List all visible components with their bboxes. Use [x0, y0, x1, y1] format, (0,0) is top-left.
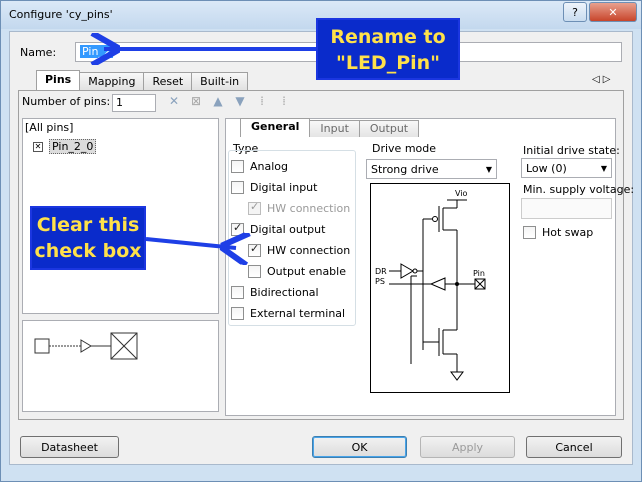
rename-annotation: Rename to "LED_Pin"	[316, 18, 460, 80]
rename-annotation-line2: "LED_Pin"	[335, 52, 441, 74]
clear-arrow	[145, 239, 236, 248]
clear-annotation: Clear this check box	[30, 206, 146, 270]
clear-annotation-line2: check box	[34, 240, 142, 262]
rename-annotation-line1: Rename to	[330, 26, 446, 48]
clear-annotation-line1: Clear this	[36, 214, 140, 236]
